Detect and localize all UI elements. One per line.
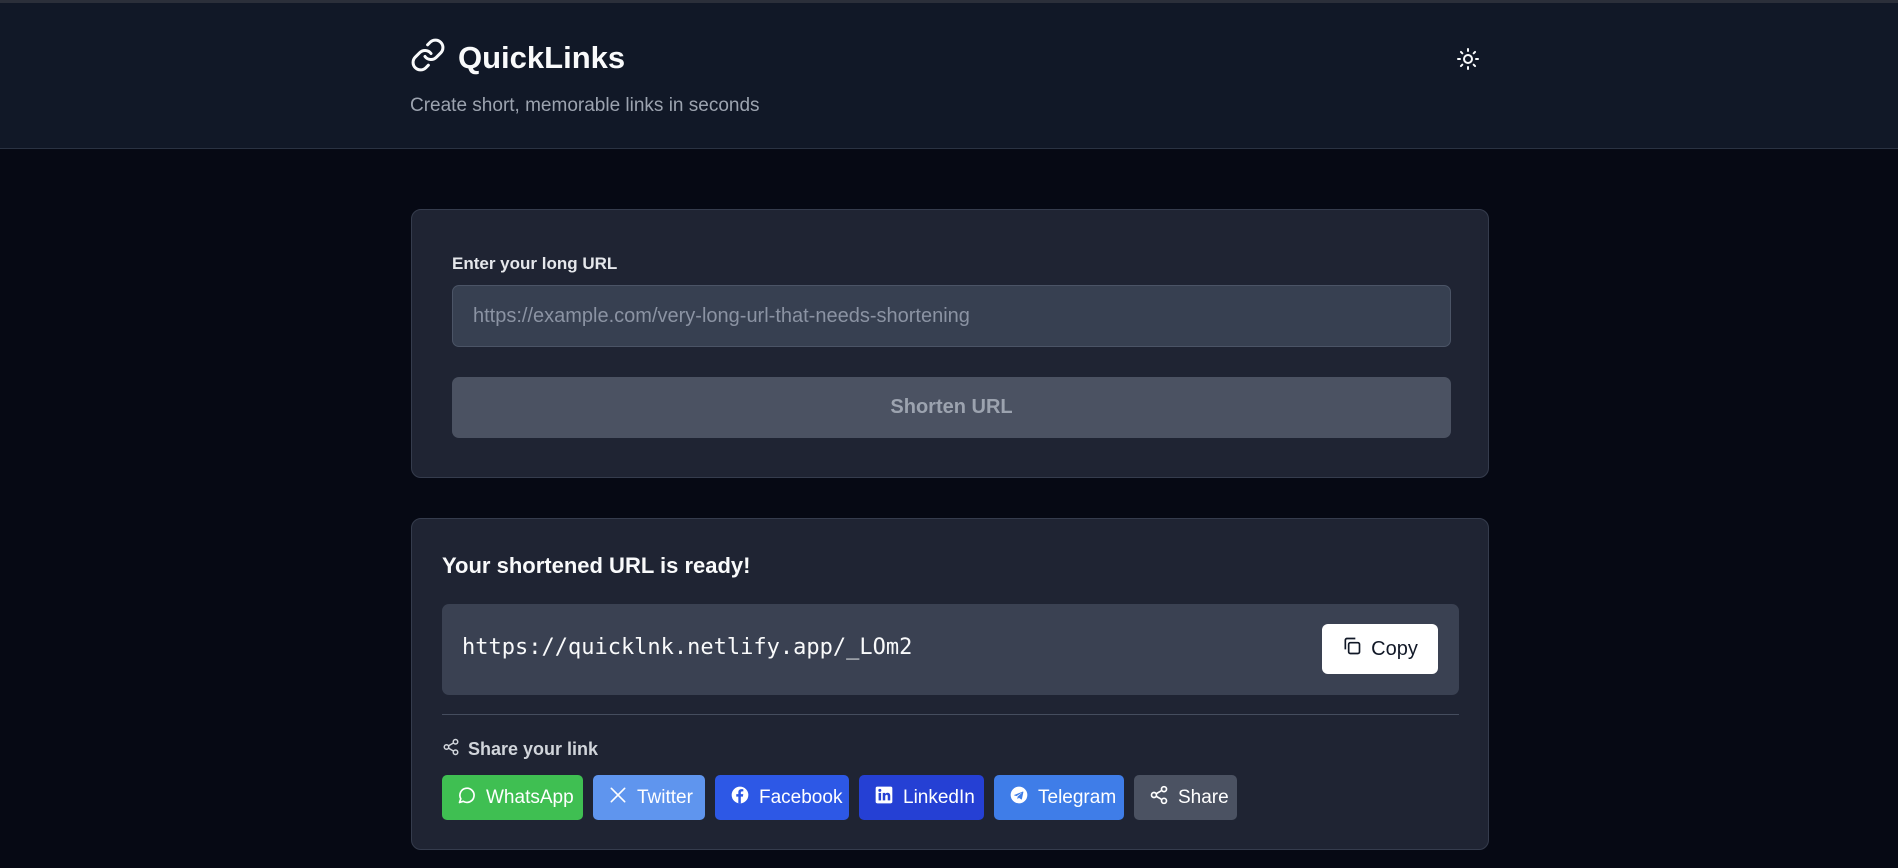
- shorten-form-card: Enter your long URL Shorten URL: [411, 209, 1489, 478]
- share-more-label: Share: [1178, 786, 1229, 808]
- copy-label: Copy: [1371, 637, 1418, 660]
- short-url-box: https://quicklnk.netlify.app/_LOm2 Copy: [442, 604, 1459, 695]
- facebook-icon: [730, 785, 750, 811]
- app-title: QuickLinks: [458, 39, 626, 75]
- linkedin-icon: [874, 785, 894, 811]
- app-header: QuickLinks Create short, memorable links…: [0, 3, 1898, 149]
- result-title: Your shortened URL is ready!: [442, 553, 751, 578]
- link-icon: [410, 37, 446, 78]
- share-icon: [1149, 785, 1169, 811]
- telegram-icon: [1009, 785, 1029, 811]
- share-more-button[interactable]: Share: [1134, 775, 1237, 820]
- share-facebook-label: Facebook: [759, 786, 843, 808]
- share-heading: Share your link: [442, 738, 598, 761]
- whatsapp-icon: [457, 785, 477, 811]
- share-heading-label: Share your link: [468, 739, 599, 759]
- share-twitter-label: Twitter: [637, 786, 693, 808]
- share-twitter-button[interactable]: Twitter: [593, 775, 705, 820]
- sun-icon: [1456, 47, 1480, 76]
- share-facebook-button[interactable]: Facebook: [715, 775, 849, 820]
- share-whatsapp-label: WhatsApp: [486, 786, 574, 808]
- share-linkedin-button[interactable]: LinkedIn: [859, 775, 984, 820]
- copy-icon: [1342, 636, 1362, 662]
- share-telegram-label: Telegram: [1038, 786, 1117, 808]
- url-input-label: Enter your long URL: [452, 254, 618, 273]
- shorten-url-button[interactable]: Shorten URL: [452, 377, 1451, 438]
- share-linkedin-label: LinkedIn: [903, 786, 975, 808]
- share-whatsapp-button[interactable]: WhatsApp: [442, 775, 583, 820]
- theme-toggle-button[interactable]: [1450, 43, 1486, 79]
- x-twitter-icon: [608, 785, 628, 811]
- app-subtitle: Create short, memorable links in seconds: [410, 95, 760, 116]
- short-url-text[interactable]: https://quicklnk.netlify.app/_LOm2: [462, 635, 912, 660]
- share-icon: [442, 738, 460, 761]
- share-buttons: WhatsApp Twitter Facebook LinkedIn Teleg…: [442, 775, 1237, 820]
- long-url-input[interactable]: [452, 285, 1451, 347]
- result-card: Your shortened URL is ready! https://qui…: [411, 518, 1489, 850]
- divider: [442, 714, 1459, 715]
- copy-button[interactable]: Copy: [1322, 624, 1438, 674]
- brand[interactable]: QuickLinks: [410, 37, 625, 78]
- share-telegram-button[interactable]: Telegram: [994, 775, 1124, 820]
